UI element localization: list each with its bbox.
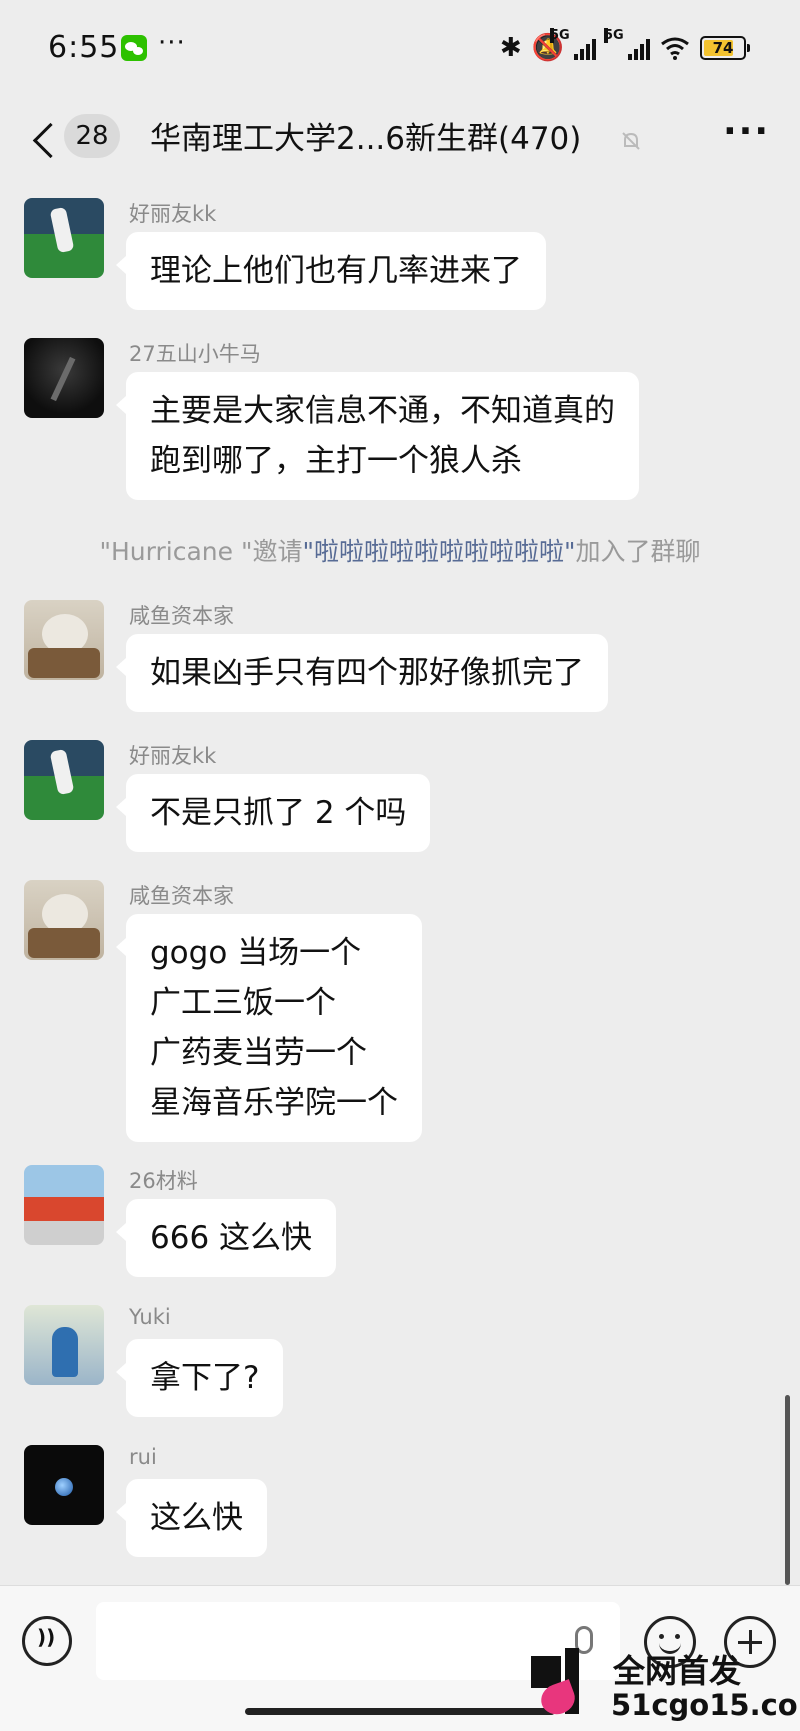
message-text: 如果凶手只有四个那好像抓完了: [150, 655, 584, 691]
avatar[interactable]: [24, 600, 104, 680]
avatar[interactable]: [24, 1445, 104, 1525]
unread-count-badge[interactable]: 28: [64, 114, 120, 158]
status-time: 6:55: [48, 30, 120, 65]
message-bubble[interactable]: 如果凶手只有四个那好像抓完了: [116, 634, 608, 712]
wifi-icon: [661, 37, 689, 60]
avatar[interactable]: [24, 198, 104, 278]
sender-name: rui: [129, 1445, 157, 1469]
message-list[interactable]: 好丽友kk 理论上他们也有几率进来了 27五山小牛马 主要是大家信息不通，不知道…: [0, 180, 800, 1585]
scrollbar[interactable]: [785, 1395, 790, 1585]
message-bubble[interactable]: 666 这么快: [115, 1199, 337, 1277]
message-text: 广工三饭一个: [150, 985, 336, 1021]
message-bubble[interactable]: 理论上他们也有几率进来了: [116, 232, 546, 310]
watermark-logo-icon: [531, 1648, 611, 1719]
message-text: 跑到哪了，主打一个狼人杀: [150, 443, 522, 479]
notice-verb: 邀请: [252, 537, 303, 566]
sender-name: 咸鱼资本家: [129, 604, 234, 628]
message-text: 这么快: [150, 1500, 243, 1536]
avatar[interactable]: [24, 740, 104, 820]
watermark-top-text: 全网首发: [613, 1652, 742, 1690]
message-text: 拿下了?: [150, 1360, 260, 1396]
message-text: 不是只抓了 2 个吗: [150, 795, 407, 831]
message-bubble[interactable]: 这么快: [116, 1479, 267, 1557]
voice-icon[interactable]: [22, 1616, 72, 1666]
chat-header: 28 华南理工大学2...6新生群(470) ···: [0, 100, 800, 180]
status-icons: ✱ 🔕 5G 5G 74: [499, 28, 750, 63]
avatar[interactable]: [24, 1305, 104, 1385]
watermark-site-text: 51cgo15.com: [611, 1688, 800, 1722]
message-bubble[interactable]: gogo 当场一个 广工三饭一个 广药麦当劳一个 星海音乐学院一个: [116, 914, 422, 1142]
battery-level: 74: [712, 39, 734, 57]
sender-name: 27五山小牛马: [129, 342, 261, 366]
avatar[interactable]: [24, 1165, 104, 1245]
more-options-icon[interactable]: ···: [723, 114, 770, 150]
watermark: 全网首发 51cgo15.com: [525, 1646, 800, 1726]
sender-name: 好丽友kk: [129, 202, 217, 226]
message-text: 广药麦当劳一个: [150, 1035, 367, 1071]
signal-icon-2: 5G: [604, 28, 650, 60]
invited-user-link[interactable]: "啦啦啦啦啦啦啦啦啦啦": [302, 537, 575, 566]
system-notice: "Hurricane "邀请"啦啦啦啦啦啦啦啦啦啦"加入了群聊: [99, 537, 701, 566]
avatar[interactable]: [24, 880, 104, 960]
message-bubble[interactable]: 拿下了?: [115, 1339, 284, 1417]
status-bar: 6:55 ··· ✱ 🔕 5G 5G 74: [0, 0, 800, 100]
avatar[interactable]: [24, 338, 104, 418]
sender-name: 咸鱼资本家: [129, 884, 234, 908]
message-bubble[interactable]: 不是只抓了 2 个吗: [115, 774, 431, 852]
battery-icon: 74: [700, 36, 750, 60]
message-text: 理论上他们也有几率进来了: [150, 253, 522, 289]
message-text: 666 这么快: [150, 1220, 313, 1256]
bluetooth-icon: ✱: [499, 33, 522, 63]
sender-name: 26材料: [129, 1169, 198, 1193]
message-bubble[interactable]: 主要是大家信息不通，不知道真的 跑到哪了，主打一个狼人杀: [116, 372, 639, 500]
back-arrow-icon[interactable]: [28, 118, 68, 162]
message-text: 主要是大家信息不通，不知道真的: [150, 393, 615, 429]
home-indicator[interactable]: [245, 1708, 555, 1715]
sender-name: Yuki: [129, 1305, 171, 1329]
sender-name: 好丽友kk: [129, 744, 217, 768]
wechat-icon: [121, 35, 147, 61]
status-more-icon: ···: [158, 28, 186, 58]
signal-icon: 5G: [550, 28, 596, 60]
message-text: 星海音乐学院一个: [150, 1085, 398, 1121]
chat-title[interactable]: 华南理工大学2...6新生群(470): [150, 116, 581, 162]
message-text: gogo 当场一个: [150, 935, 362, 971]
mute-icon: [622, 132, 640, 150]
